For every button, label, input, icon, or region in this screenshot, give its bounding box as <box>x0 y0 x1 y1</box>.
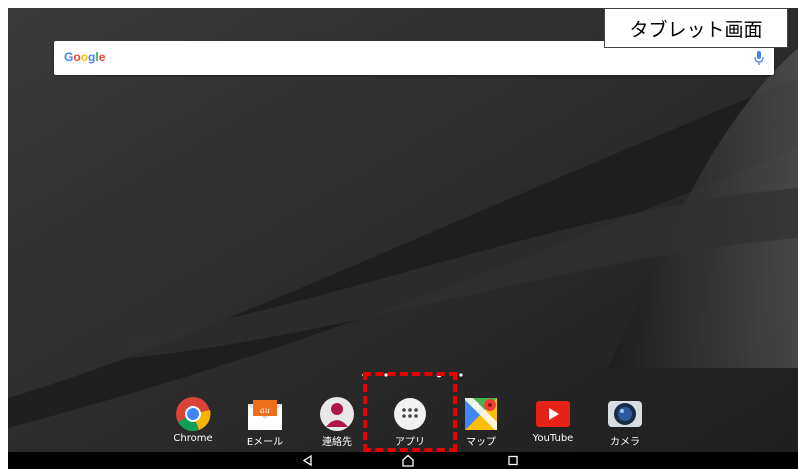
dock-item-camera[interactable]: カメラ <box>590 396 660 454</box>
google-logo: Google <box>64 50 105 64</box>
chrome-icon <box>176 397 211 432</box>
dock-item-youtube[interactable]: YouTube <box>518 396 588 454</box>
dock-label: YouTube <box>532 433 574 444</box>
dock-label: Chrome <box>173 433 213 444</box>
screen-caption: タブレット画面 <box>604 8 788 48</box>
google-logo-letters: Google <box>64 50 106 64</box>
tablet-screen: Google Chrome au Eメール 連絡先 アプリ G マップ YouT… <box>8 8 798 469</box>
email-icon: au <box>247 400 283 430</box>
recents-icon[interactable] <box>505 453 521 468</box>
dock-label: Eメール <box>246 437 284 448</box>
dock-item-email[interactable]: au Eメール <box>230 396 300 454</box>
contacts-icon <box>320 397 354 431</box>
svg-text:G: G <box>472 402 479 412</box>
back-icon[interactable] <box>300 453 316 468</box>
dock-label: マップ <box>466 437 496 448</box>
dock-label: カメラ <box>610 437 640 448</box>
navigation-bar <box>8 452 798 469</box>
home-icon[interactable] <box>400 453 416 468</box>
dock-label: 連絡先 <box>322 437 352 448</box>
dock-item-contacts[interactable]: 連絡先 <box>302 396 372 454</box>
dock-item-chrome[interactable]: Chrome <box>158 396 228 454</box>
maps-icon: G <box>465 398 497 430</box>
microphone-icon[interactable] <box>754 50 764 66</box>
email-badge: au <box>260 406 270 415</box>
youtube-icon <box>536 401 570 427</box>
apps-highlight-box <box>363 372 457 452</box>
camera-icon <box>608 401 642 427</box>
